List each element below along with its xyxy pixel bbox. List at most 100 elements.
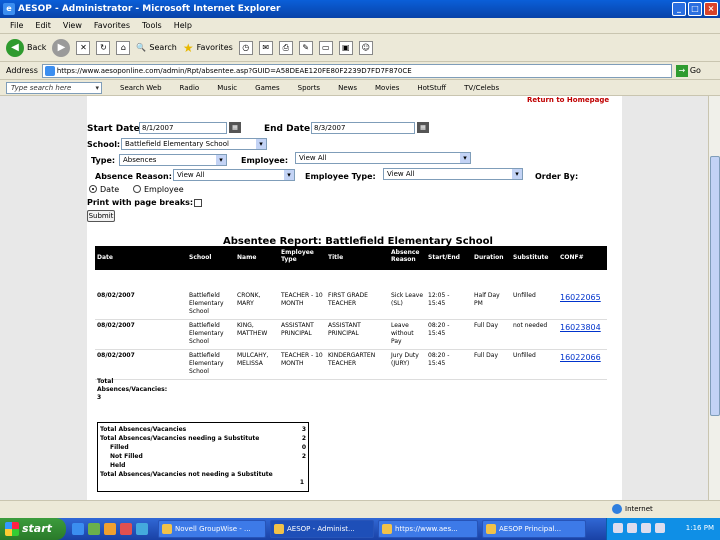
mail-icon[interactable]: ✉ <box>258 40 273 55</box>
conf-number-link[interactable]: 16022066 <box>560 354 601 362</box>
folder-icon[interactable]: ▭ <box>318 40 333 55</box>
link-movies[interactable]: Movies <box>375 84 399 92</box>
school-select[interactable]: Battlefield Elementary School <box>121 138 267 150</box>
search-button[interactable]: 🔍 Search <box>136 43 176 52</box>
back-arrow-icon: ◀ <box>6 38 24 57</box>
media-icon[interactable]: ▣ <box>338 40 353 55</box>
conf-number-link[interactable]: 16022065 <box>560 294 601 302</box>
app-icon <box>486 524 496 534</box>
summary-row: Total Absences/Vacancies not needing a S… <box>100 471 280 479</box>
taskbar: start Novell GroupWise - ... AESOP - Adm… <box>0 518 720 540</box>
ie-quicklaunch-icon[interactable] <box>72 523 84 535</box>
summary-value: 1 <box>299 479 304 486</box>
stop-icon[interactable]: ✕ <box>76 40 91 55</box>
app-quicklaunch-icon[interactable] <box>120 523 132 535</box>
go-button[interactable]: → Go <box>675 64 701 77</box>
end-date-label: End Date: <box>264 124 314 134</box>
windows-flag-icon <box>5 522 19 536</box>
back-button[interactable]: ◀ Back <box>6 38 46 57</box>
link-games[interactable]: Games <box>255 84 280 92</box>
home-icon[interactable]: ⌂ <box>116 40 131 55</box>
link-hotstuff[interactable]: HotStuff <box>417 84 446 92</box>
menu-edit[interactable]: Edit <box>35 18 51 33</box>
type-select[interactable]: Absences <box>119 154 227 166</box>
start-date-input[interactable]: 8/1/2007 <box>139 122 227 134</box>
menu-help[interactable]: Help <box>174 18 192 33</box>
col-conf: CONF# <box>560 254 584 261</box>
vertical-scrollbar[interactable] <box>708 96 720 500</box>
order-date-radio[interactable] <box>89 185 97 193</box>
cell-name: MULCAHY, MELISSA <box>237 352 269 367</box>
desktop-quicklaunch-icon[interactable] <box>88 523 100 535</box>
calendar-icon[interactable]: ▦ <box>229 122 241 133</box>
history-icon[interactable]: ◷ <box>238 40 253 55</box>
link-news[interactable]: News <box>338 84 357 92</box>
link-sports[interactable]: Sports <box>298 84 320 92</box>
employee-type-select[interactable]: View All <box>383 168 523 180</box>
media-quicklaunch-icon[interactable] <box>104 523 116 535</box>
address-input[interactable]: https://www.aesoponline.com/admin/Rpt/ab… <box>41 63 672 78</box>
conf-number-link[interactable]: 16023804 <box>560 324 601 332</box>
col-duration: Duration <box>474 254 504 261</box>
go-label: Go <box>689 66 701 75</box>
window-title: AESOP - Administrator - Microsoft Intern… <box>18 4 281 14</box>
scrollbar-thumb[interactable] <box>710 156 720 416</box>
submit-button[interactable]: Submit <box>87 210 115 222</box>
employee-select[interactable]: View All <box>295 152 471 164</box>
menu-favorites[interactable]: Favorites <box>94 18 130 33</box>
globe-icon <box>612 504 622 514</box>
star-icon: ★ <box>182 40 194 55</box>
cell-start-end: 12:05 - 15:45 <box>428 292 450 307</box>
menu-file[interactable]: File <box>10 18 23 33</box>
end-date-input[interactable]: 8/3/2007 <box>311 122 415 134</box>
task-browser[interactable]: https://www.aes... <box>378 520 478 538</box>
edit-icon[interactable]: ✎ <box>298 40 313 55</box>
start-button[interactable]: start <box>0 518 66 540</box>
order-employee-label: Employee <box>144 185 184 194</box>
tray-icon[interactable] <box>655 523 665 533</box>
menu-tools[interactable]: Tools <box>142 18 162 33</box>
absence-reason-select[interactable]: View All <box>173 169 295 181</box>
col-start-end: Start/End <box>428 254 460 261</box>
close-button[interactable]: × <box>704 2 718 16</box>
link-music[interactable]: Music <box>217 84 237 92</box>
task-label: AESOP - Administ... <box>287 525 355 533</box>
cell-date: 08/02/2007 <box>97 322 135 329</box>
favorites-button[interactable]: ★ Favorites <box>183 41 233 55</box>
search-label: Search <box>149 43 177 52</box>
tray-icon[interactable] <box>641 523 651 533</box>
app-icon <box>274 524 284 534</box>
cell-substitute: not needed <box>513 322 548 329</box>
task-label: https://www.aes... <box>395 525 458 533</box>
tray-icon[interactable] <box>627 523 637 533</box>
address-label: Address <box>6 66 38 75</box>
print-icon[interactable]: ⎙ <box>278 40 293 55</box>
order-date-label: Date <box>100 185 120 194</box>
col-substitute: Substitute <box>513 254 549 261</box>
order-employee-radio[interactable] <box>133 185 141 193</box>
maximize-button[interactable]: □ <box>688 2 702 16</box>
calendar-icon[interactable]: ▦ <box>417 122 429 133</box>
link-tv-celebs[interactable]: TV/Celebs <box>464 84 499 92</box>
summary-label: Total Absences/Vacancies needing a Subst… <box>100 435 260 442</box>
summary-label: Total Absences/Vacancies <box>100 426 187 433</box>
task-groupwise[interactable]: Novell GroupWise - ... <box>158 520 266 538</box>
start-label: start <box>22 522 52 535</box>
refresh-icon[interactable]: ↻ <box>96 40 111 55</box>
task-aesop-admin[interactable]: AESOP - Administ... <box>270 520 374 538</box>
messenger-icon[interactable]: ☺ <box>358 40 373 55</box>
left-margin <box>0 96 87 500</box>
print-page-breaks-checkbox[interactable] <box>194 199 202 207</box>
cell-school: Battlefield Elementary School <box>189 292 224 315</box>
tray-icon[interactable] <box>613 523 623 533</box>
toolbar-search-input[interactable]: Type search here <box>6 81 102 94</box>
return-home-link[interactable]: Return to Homepage <box>527 96 609 104</box>
link-radio[interactable]: Radio <box>180 84 200 92</box>
address-bar: Address https://www.aesoponline.com/admi… <box>0 62 720 80</box>
link-search-web[interactable]: Search Web <box>120 84 162 92</box>
forward-button[interactable]: ▶ <box>52 38 71 57</box>
task-aesop-principal[interactable]: AESOP Principal... <box>482 520 586 538</box>
app-quicklaunch-icon[interactable] <box>136 523 148 535</box>
menu-view[interactable]: View <box>63 18 82 33</box>
minimize-button[interactable]: _ <box>672 2 686 16</box>
